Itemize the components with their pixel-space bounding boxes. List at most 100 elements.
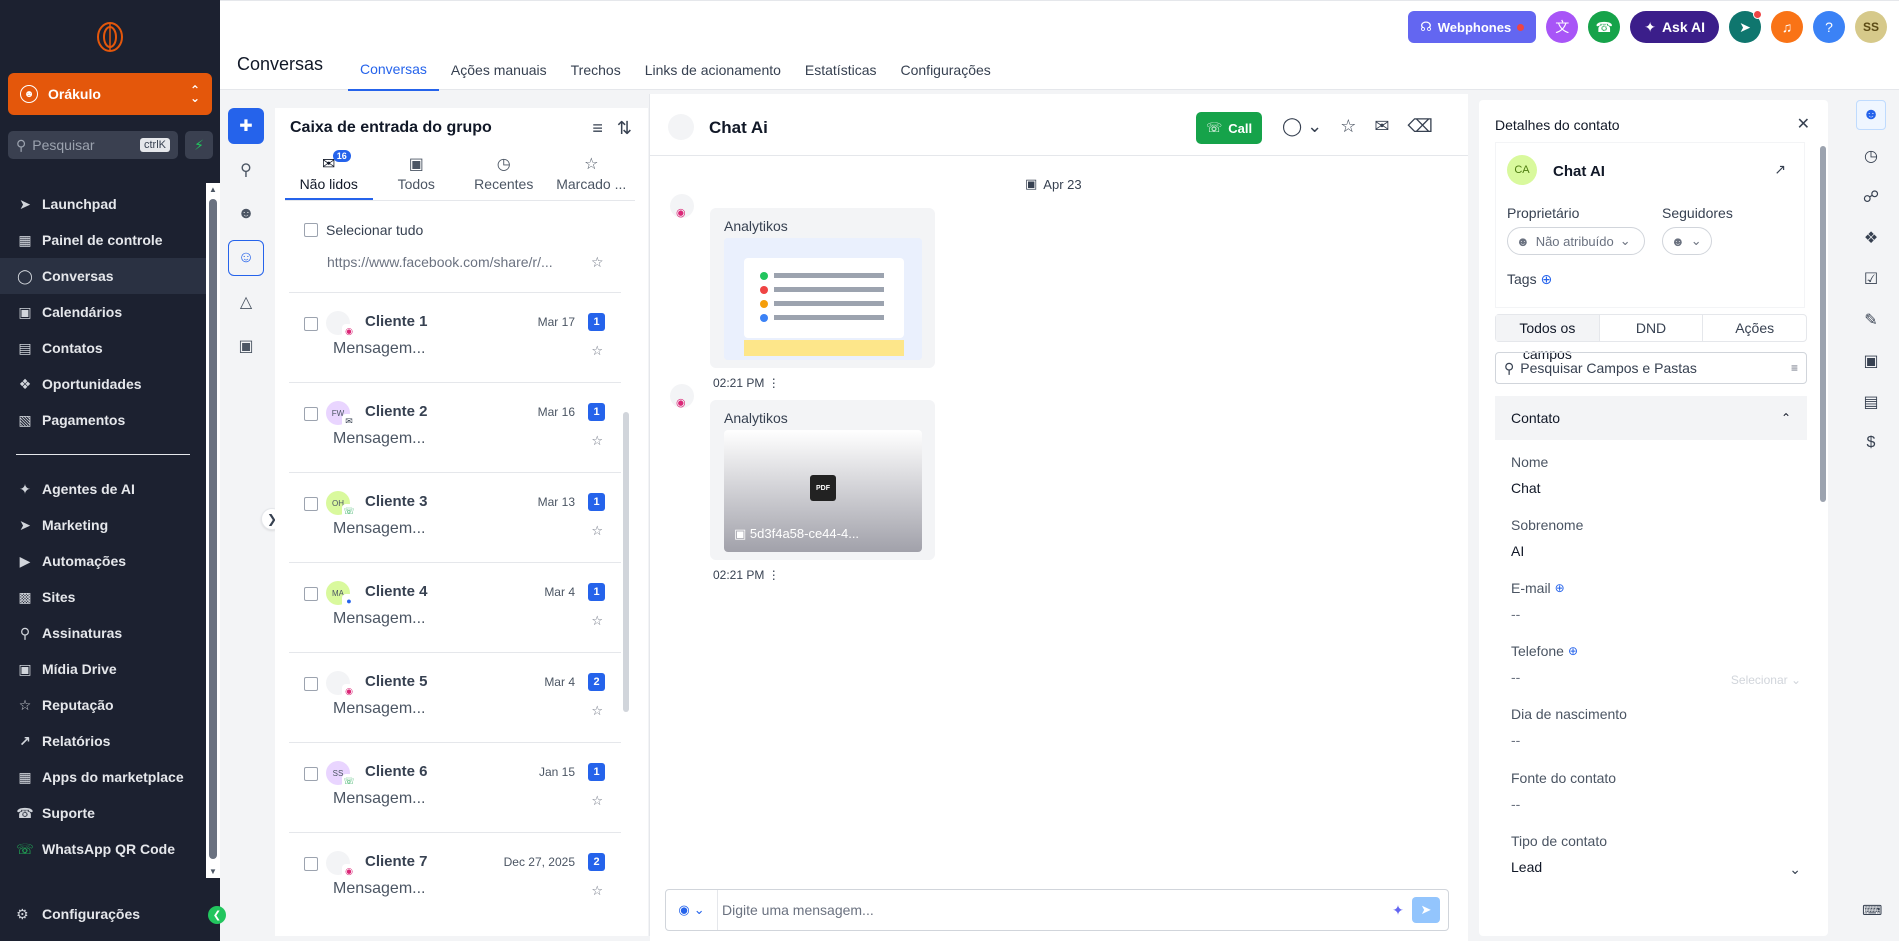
- sidebar-item-subscriptions[interactable]: ⚲ Assinaturas: [0, 615, 206, 651]
- help-icon[interactable]: ?: [1813, 11, 1845, 43]
- star-icon[interactable]: ☆: [591, 433, 603, 449]
- message-input[interactable]: Digite uma mensagem...: [718, 902, 1384, 918]
- sidebar-search[interactable]: ⚲ Pesquisar ctrlK: [8, 131, 178, 159]
- sidebar-item-settings[interactable]: ⚙ Configurações: [0, 896, 206, 932]
- sidebar-item-reports[interactable]: ↗ Relatórios: [0, 723, 206, 759]
- conversation-row[interactable]: MA ● Cliente 4 Mar 4 1 Mensagem... ☆: [289, 562, 621, 652]
- call-button[interactable]: ☏ Call: [1196, 112, 1263, 144]
- conversation-row[interactable]: ◉ Cliente 7 Dec 27, 2025 2 Mensagem... ☆: [289, 832, 621, 922]
- tab-conversas[interactable]: Conversas: [348, 49, 439, 91]
- row-checkbox[interactable]: [304, 677, 318, 691]
- search-icon[interactable]: ⚲: [228, 152, 264, 188]
- user-avatar[interactable]: SS: [1855, 11, 1887, 43]
- scroll-down-icon[interactable]: ▼: [209, 867, 217, 876]
- integrations-icon[interactable]: ❖: [1856, 223, 1886, 253]
- tab-all[interactable]: ▣ Todos: [373, 154, 461, 200]
- conversation-row[interactable]: FW ✉ Cliente 2 Mar 16 1 Mensagem... ☆: [289, 382, 621, 472]
- add-icon[interactable]: ⊕: [1568, 644, 1578, 658]
- calendar-icon[interactable]: ▣: [1856, 346, 1886, 376]
- conversation-row[interactable]: SS ☏ Cliente 6 Jan 15 1 Mensagem... ☆: [289, 742, 621, 832]
- tab-unread[interactable]: ✉ 16 Não lidos: [285, 150, 373, 200]
- sidebar-item-support[interactable]: ☎ Suporte: [0, 795, 206, 831]
- tasks-icon[interactable]: ☑: [1856, 264, 1886, 294]
- contact-profile-icon[interactable]: ☻: [1856, 100, 1886, 130]
- sidebar-item-contacts[interactable]: ▤ Contatos: [0, 330, 206, 366]
- inbox-scrollbar[interactable]: [623, 412, 629, 712]
- send-button[interactable]: ➤: [1412, 897, 1440, 923]
- tab-dnd[interactable]: DND: [1600, 315, 1704, 341]
- add-tag-icon[interactable]: ⊕: [1540, 271, 1552, 287]
- trash-icon[interactable]: ⌫: [1407, 116, 1432, 137]
- sort-icon[interactable]: ⇅: [617, 118, 632, 139]
- fields-search[interactable]: ⚲ Pesquisar Campos e Pastas ≡: [1495, 352, 1807, 384]
- add-icon[interactable]: ⊕: [1555, 581, 1565, 595]
- workflow-icon[interactable]: ☍: [1856, 182, 1886, 212]
- sidebar-item-launchpad[interactable]: ➤ Launchpad: [0, 186, 206, 222]
- sidebar-collapse-icon[interactable]: ❮: [208, 906, 226, 924]
- row-checkbox[interactable]: [304, 497, 318, 511]
- sidebar-item-payments[interactable]: ▧ Pagamentos: [0, 402, 206, 438]
- sidebar-item-sites[interactable]: ▩ Sites: [0, 579, 206, 615]
- conversation-row[interactable]: ◉ Cliente 5 Mar 4 2 Mensagem... ☆: [289, 652, 621, 742]
- sidebar-item-calendars[interactable]: ▣ Calendários: [0, 294, 206, 330]
- select-all-checkbox[interactable]: [304, 223, 318, 237]
- tab-actions[interactable]: Ações: [1703, 315, 1806, 341]
- pdf-attachment[interactable]: PDF ▣ 5d3f4a58-ce44-4...: [724, 430, 922, 552]
- document-icon[interactable]: ▤: [1856, 387, 1886, 417]
- sidebar-scroll-thumb[interactable]: [209, 199, 217, 859]
- field-birthday[interactable]: Dia de nascimento --: [1511, 706, 1801, 748]
- tab-all-fields[interactable]: Todos os campos: [1496, 315, 1600, 362]
- sidebar-item-media-drive[interactable]: ▣ Mídia Drive: [0, 651, 206, 687]
- mail-open-icon[interactable]: ✉: [1374, 116, 1389, 137]
- row-checkbox[interactable]: [304, 407, 318, 421]
- star-icon[interactable]: ☆: [591, 523, 603, 539]
- bell-icon[interactable]: ♫: [1771, 11, 1803, 43]
- tab-settings[interactable]: Configurações: [889, 49, 1003, 91]
- keyboard-icon[interactable]: ⌨: [1862, 902, 1882, 919]
- archive-icon[interactable]: ▣: [228, 328, 264, 364]
- field-email[interactable]: E-mail ⊕ --: [1511, 580, 1801, 622]
- sidebar-item-conversations[interactable]: ◯ Conversas: [0, 258, 206, 294]
- star-icon[interactable]: ☆: [591, 613, 603, 629]
- sidebar-item-dashboard[interactable]: ▦ Painel de controle: [0, 222, 206, 258]
- sidebar-item-reputation[interactable]: ☆ Reputação: [0, 687, 206, 723]
- tab-trigger-links[interactable]: Links de acionamento: [633, 49, 793, 91]
- details-scrollbar[interactable]: [1820, 146, 1826, 502]
- ai-assist-icon[interactable]: ✦: [1384, 902, 1412, 919]
- history-icon[interactable]: ◷: [1856, 141, 1886, 171]
- message-bubble[interactable]: Analytikos PDF ▣ 5d3f4a58-ce44-4...: [710, 400, 935, 560]
- row-checkbox[interactable]: [304, 317, 318, 331]
- field-first-name[interactable]: Nome Chat: [1511, 454, 1801, 496]
- ask-ai-button[interactable]: ✦ Ask AI: [1630, 11, 1719, 43]
- tab-manual-actions[interactable]: Ações manuais: [439, 49, 559, 91]
- network-icon[interactable]: △: [228, 284, 264, 320]
- phone-type-select[interactable]: Selecionar ⌄: [1731, 673, 1801, 687]
- star-icon[interactable]: ☆: [591, 703, 603, 719]
- followers-select[interactable]: ☻ ⌄: [1662, 227, 1712, 255]
- row-checkbox[interactable]: [304, 857, 318, 871]
- star-icon[interactable]: ☆: [591, 343, 603, 359]
- section-header-contact[interactable]: Contato ⌃: [1495, 396, 1807, 440]
- sidebar-item-marketplace[interactable]: ▦ Apps do marketplace: [0, 759, 206, 795]
- sidebar-item-opportunities[interactable]: ❖ Oportunidades: [0, 366, 206, 402]
- external-link-icon[interactable]: ↗: [1774, 161, 1786, 178]
- scroll-up-icon[interactable]: ▲: [209, 185, 217, 194]
- pen-icon[interactable]: ✎: [1856, 305, 1886, 335]
- logo-icon[interactable]: [90, 20, 130, 54]
- conversation-row[interactable]: OH ☏ Cliente 3 Mar 13 1 Mensagem... ☆: [289, 472, 621, 562]
- tab-statistics[interactable]: Estatísticas: [793, 49, 889, 91]
- message-image[interactable]: [724, 238, 922, 360]
- tab-snippets[interactable]: Trechos: [559, 49, 633, 91]
- star-icon[interactable]: ☆: [591, 793, 603, 809]
- account-switcher[interactable]: ☻ Orákulo ⌃ ⌄: [8, 73, 212, 115]
- phone-icon[interactable]: ☎: [1588, 11, 1621, 43]
- megaphone-icon[interactable]: ➤: [1729, 10, 1762, 43]
- sidebar-scrollbar[interactable]: ▲ ▼: [206, 183, 220, 878]
- message-bubble[interactable]: Analytikos: [710, 208, 935, 368]
- sidebar-item-automations[interactable]: ▶ Automações: [0, 543, 206, 579]
- field-phone[interactable]: Telefone ⊕ -- Selecionar ⌄: [1511, 643, 1801, 687]
- conversation-row[interactable]: ◉ Cliente 1 Mar 17 1 Mensagem... ☆: [289, 292, 621, 382]
- field-last-name[interactable]: Sobrenome AI: [1511, 517, 1801, 559]
- select-all[interactable]: Selecionar tudo: [304, 222, 423, 238]
- star-icon[interactable]: ☆: [591, 254, 604, 271]
